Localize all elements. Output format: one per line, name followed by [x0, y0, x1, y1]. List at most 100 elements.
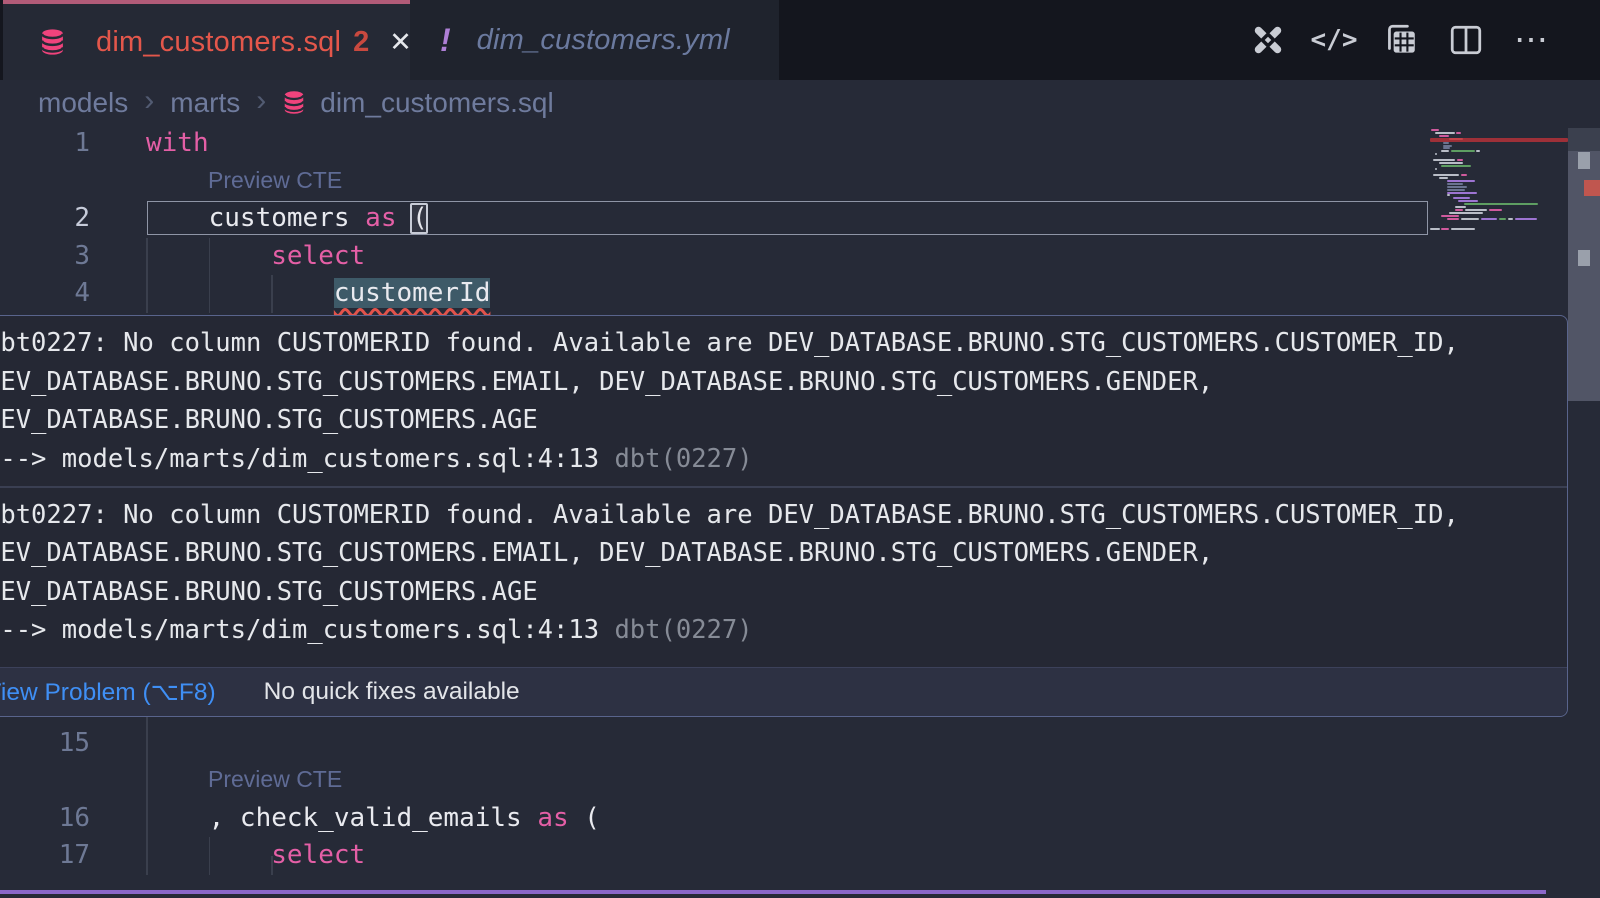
error-message-line: dbt0227: No column CUSTOMERID found. Ava…	[0, 496, 1559, 535]
warning-icon: !	[440, 22, 451, 59]
more-actions-icon[interactable]: ⋯	[1512, 20, 1552, 60]
minimap-line	[1481, 218, 1497, 220]
minimap-line	[1461, 174, 1467, 176]
code-line[interactable]: 3 select	[0, 238, 1430, 276]
no-quick-fixes-label: No quick fixes available	[264, 678, 520, 706]
minimap-line	[1451, 150, 1475, 152]
minimap-line	[1453, 197, 1470, 199]
minimap-line	[1449, 212, 1483, 214]
minimap-line	[1447, 180, 1475, 182]
minimap-line	[1457, 159, 1463, 161]
minimap-line	[1447, 189, 1465, 191]
minimap-line	[1439, 177, 1448, 179]
minimap-line	[1455, 206, 1466, 208]
database-icon	[39, 27, 66, 57]
panel-divider	[0, 890, 1546, 894]
scrollbar-overview-ruler[interactable]	[1568, 125, 1600, 898]
code-lens-row[interactable]: Preview CTE	[0, 163, 1430, 201]
code-lens-row[interactable]: Preview CTE	[0, 762, 1430, 800]
code-line[interactable]: 17 select	[0, 837, 1430, 875]
breadcrumb-models[interactable]: models	[38, 87, 128, 119]
minimap-line	[1441, 228, 1449, 230]
tab-active-label: dim_customers.sql	[96, 26, 341, 59]
error-identifier[interactable]: customerId	[334, 278, 491, 308]
code-text: select	[146, 238, 365, 276]
breadcrumb-file[interactable]: dim_customers.sql	[320, 87, 553, 119]
error-message-line: DEV_DATABASE.BRUNO.STG_CUSTOMERS.AGE	[0, 401, 1559, 440]
minimap-line	[1443, 142, 1449, 144]
code-line[interactable]: 16 , check_valid_emails as (	[0, 800, 1430, 838]
code-line[interactable]: 15	[0, 725, 1430, 763]
minimap-line	[1476, 150, 1480, 152]
minimap-line	[1439, 162, 1463, 164]
tab-dim-customers-sql[interactable]: dim_customers.sql 2 ✕	[3, 0, 410, 80]
minimap-line	[1515, 218, 1537, 220]
minimap-line	[1441, 165, 1471, 167]
code-lens-preview-cte[interactable]: Preview CTE	[208, 167, 342, 194]
tab-inactive-label: dim_customers.yml	[477, 24, 730, 57]
line-number[interactable]: 17	[0, 837, 90, 875]
minimap-line	[1489, 209, 1502, 211]
tab-bar: dim_customers.sql 2 ✕ ! dim_customers.ym…	[0, 0, 1600, 80]
text-cursor	[410, 203, 428, 234]
database-icon	[282, 89, 306, 116]
minimap-line	[1433, 159, 1455, 161]
editor-window: dim_customers.sql 2 ✕ ! dim_customers.ym…	[0, 0, 1600, 898]
indent-guide	[146, 762, 148, 800]
minimap-line	[1447, 186, 1467, 188]
ruler-decoration	[1578, 250, 1590, 266]
chevron-right-icon: ›	[144, 84, 154, 118]
code-line[interactable]: 4 customerId	[0, 275, 1430, 313]
minimap-line	[1465, 209, 1487, 211]
code-line[interactable]: 1with	[0, 125, 1430, 163]
error-location-line: --> models/marts/dim_customers.sql:4:13 …	[0, 440, 1559, 479]
compile-code-icon[interactable]: </>	[1314, 20, 1354, 60]
minimap-line	[1433, 174, 1459, 176]
minimap-line	[1435, 132, 1455, 134]
line-number[interactable]: 16	[0, 800, 90, 838]
error-message-line: DEV_DATABASE.BRUNO.STG_CUSTOMERS.EMAIL, …	[0, 534, 1559, 573]
line-number[interactable]: 3	[0, 238, 90, 276]
minimap-line	[1447, 192, 1477, 194]
minimap-line	[1447, 183, 1463, 185]
hover-message-divider	[0, 486, 1568, 488]
code-lens-preview-cte[interactable]: Preview CTE	[208, 766, 342, 793]
minimap-line	[1461, 218, 1479, 220]
tab-dim-customers-yml[interactable]: ! dim_customers.yml	[410, 0, 779, 80]
split-editor-icon[interactable]	[1446, 20, 1486, 60]
ruler-decoration	[1578, 152, 1590, 169]
line-number[interactable]: 4	[0, 275, 90, 313]
minimap-line	[1447, 218, 1459, 220]
error-hover-widget: dbt0227: No column CUSTOMERID found. Ava…	[0, 315, 1568, 717]
tab-modified-badge: 2	[353, 26, 369, 59]
minimap-line	[1443, 147, 1450, 149]
query-results-icon[interactable]	[1380, 20, 1420, 60]
dbt-logo-icon[interactable]	[1248, 20, 1288, 60]
line-number[interactable]: 2	[0, 200, 90, 238]
breadcrumb-marts[interactable]: marts	[170, 87, 240, 119]
minimap-line	[1449, 138, 1463, 140]
minimap-line	[1458, 200, 1478, 202]
error-message-block: dbt0227: No column CUSTOMERID found. Ava…	[0, 324, 1559, 478]
code-text: , check_valid_emails as (	[146, 800, 600, 838]
error-location-line: --> models/marts/dim_customers.sql:4:13 …	[0, 611, 1559, 650]
minimap-line	[1464, 203, 1538, 205]
minimap-line	[1447, 194, 1450, 196]
line-number[interactable]: 1	[0, 125, 90, 163]
minimap-line	[1499, 218, 1506, 220]
line-number[interactable]: 15	[0, 725, 90, 763]
error-message-block: dbt0227: No column CUSTOMERID found. Ava…	[0, 496, 1559, 650]
chevron-right-icon: ›	[256, 84, 266, 118]
minimap-line	[1439, 135, 1449, 137]
breadcrumb: models › marts › dim_customers.sql	[0, 80, 1600, 125]
indent-guide	[146, 725, 148, 763]
code-line[interactable]: 2 customers as (	[0, 200, 1430, 238]
error-source-code[interactable]: dbt(0227)	[599, 615, 753, 645]
close-icon[interactable]: ✕	[389, 27, 412, 58]
error-source-code[interactable]: dbt(0227)	[599, 444, 753, 474]
minimap-line	[1431, 129, 1439, 131]
minimap-line	[1441, 215, 1459, 217]
code-text: customers as (	[146, 200, 428, 238]
view-problem-link[interactable]: View Problem (⌥F8)	[0, 677, 216, 707]
hover-status-bar: View Problem (⌥F8) No quick fixes availa…	[0, 667, 1567, 716]
